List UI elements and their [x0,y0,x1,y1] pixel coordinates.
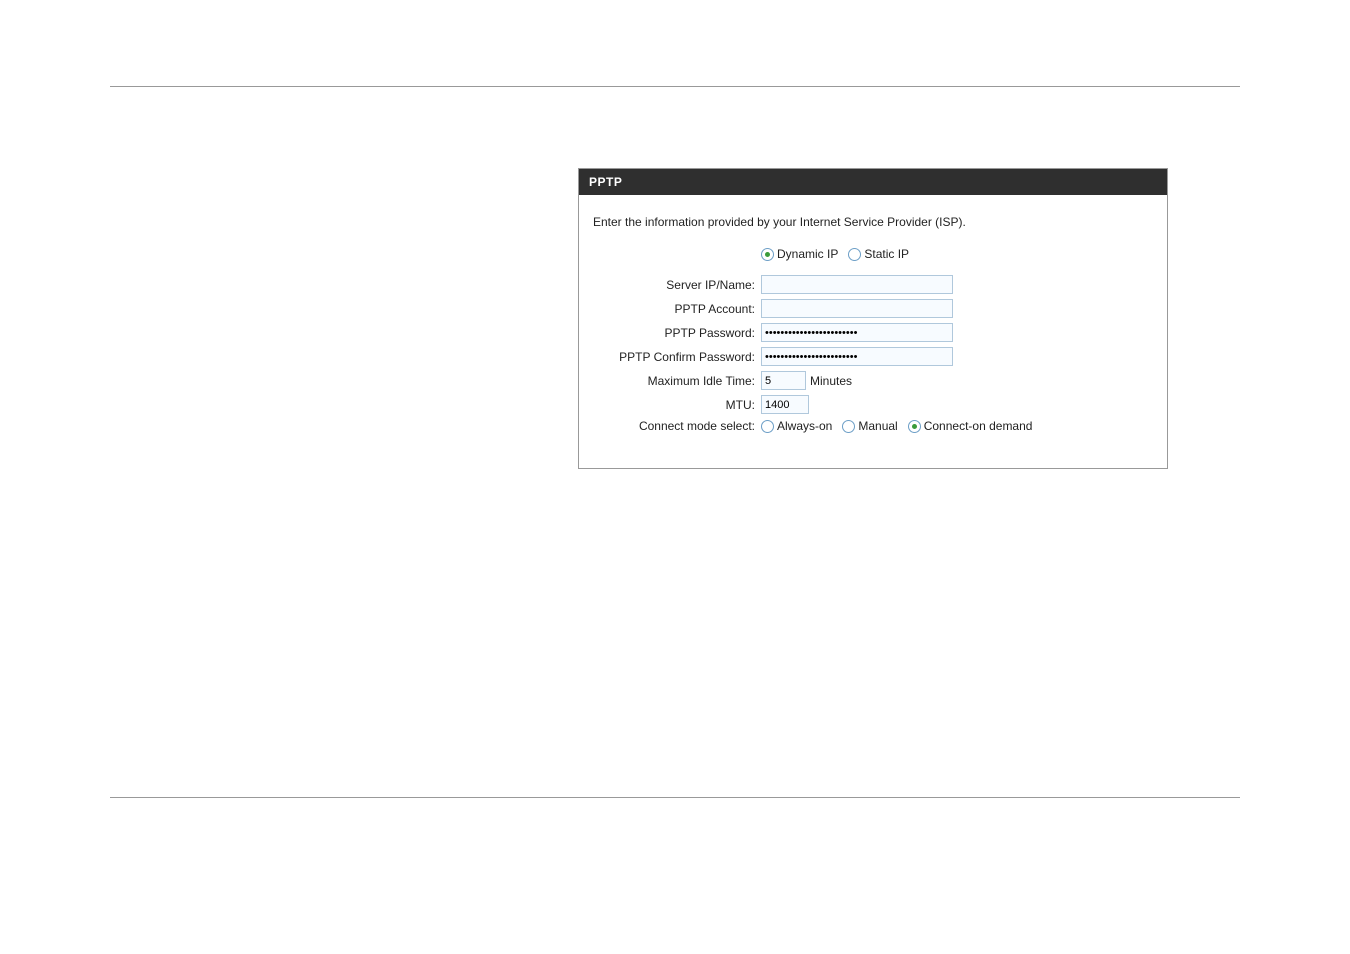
mtu-row: MTU: [593,395,1153,414]
manual-label: Manual [858,419,897,433]
max-idle-input[interactable] [761,371,806,390]
mtu-label: MTU: [593,398,761,412]
panel-title: PPTP [579,169,1167,195]
server-ip-label: Server IP/Name: [593,278,761,292]
account-row: PPTP Account: [593,299,1153,318]
confirm-password-label: PPTP Confirm Password: [593,350,761,364]
ip-mode-row: Dynamic IP Static IP [593,247,1153,261]
static-ip-label: Static IP [864,247,909,261]
password-row: PPTP Password: [593,323,1153,342]
max-idle-label: Maximum Idle Time: [593,374,761,388]
dynamic-ip-radio[interactable] [761,248,774,261]
always-on-radio[interactable] [761,420,774,433]
server-ip-input[interactable] [761,275,953,294]
account-input[interactable] [761,299,953,318]
manual-radio[interactable] [842,420,855,433]
password-label: PPTP Password: [593,326,761,340]
mtu-input[interactable] [761,395,809,414]
connect-on-demand-label: Connect-on demand [924,419,1033,433]
confirm-password-row: PPTP Confirm Password: [593,347,1153,366]
connect-on-demand-radio[interactable] [908,420,921,433]
bottom-divider [110,797,1240,798]
panel-body: Enter the information provided by your I… [579,195,1167,468]
always-on-label: Always-on [777,419,832,433]
max-idle-row: Maximum Idle Time: Minutes [593,371,1153,390]
connect-mode-label: Connect mode select: [593,419,761,433]
intro-text: Enter the information provided by your I… [593,215,1153,229]
password-input[interactable] [761,323,953,342]
top-divider [110,86,1240,87]
server-ip-row: Server IP/Name: [593,275,1153,294]
confirm-password-input[interactable] [761,347,953,366]
account-label: PPTP Account: [593,302,761,316]
ip-mode-options: Dynamic IP Static IP [761,247,1153,261]
minutes-suffix: Minutes [810,374,852,388]
dynamic-ip-label: Dynamic IP [777,247,838,261]
static-ip-radio[interactable] [848,248,861,261]
connect-mode-row: Connect mode select: Always-on Manual Co… [593,419,1153,433]
pptp-panel: PPTP Enter the information provided by y… [578,168,1168,469]
connect-mode-options: Always-on Manual Connect-on demand [761,419,1153,433]
